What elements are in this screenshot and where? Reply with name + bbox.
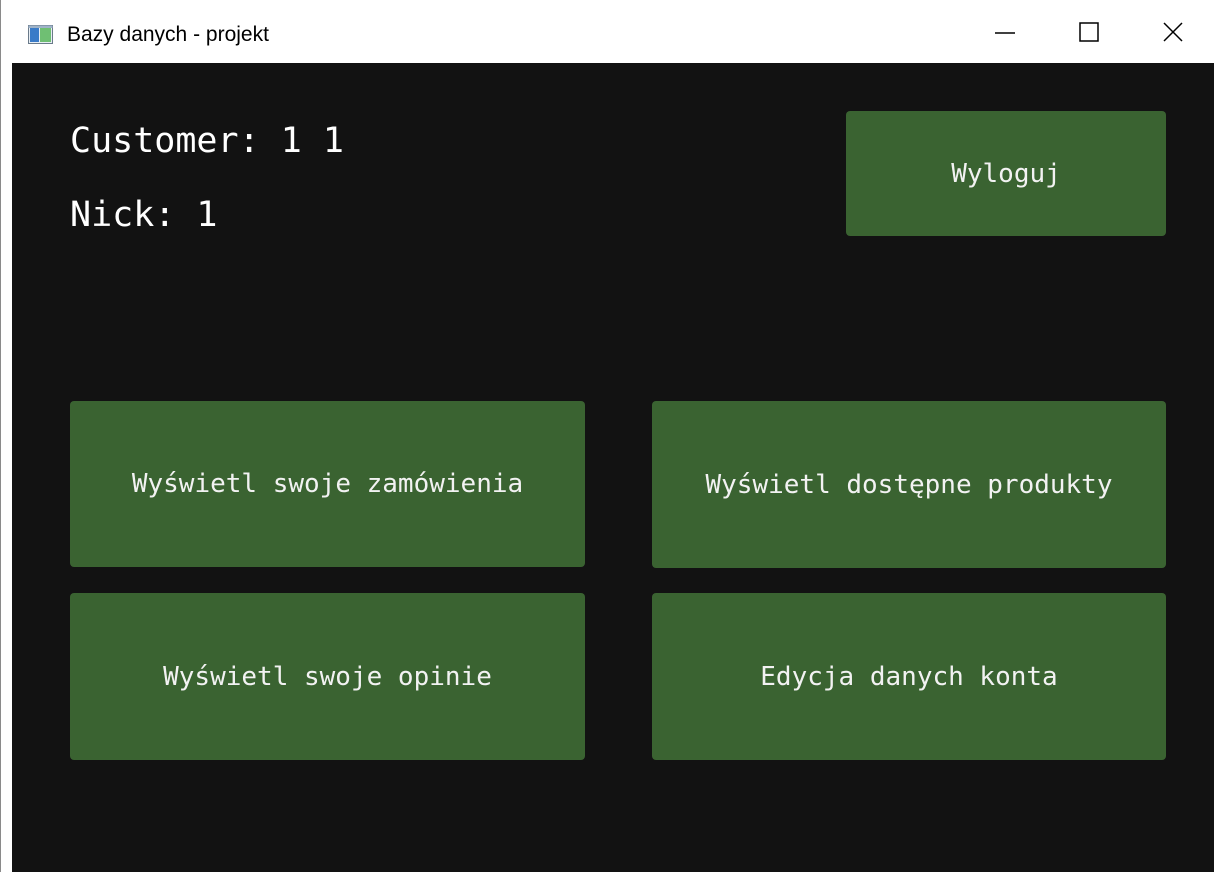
view-products-button[interactable]: Wyświetl dostępne produkty (652, 401, 1166, 568)
logout-button[interactable]: Wyloguj (846, 111, 1166, 236)
nick-label: Nick: 1 (70, 195, 218, 235)
title-bar[interactable]: Bazy danych - projekt (1, 0, 1214, 63)
close-button[interactable] (1132, 0, 1214, 63)
application-icon (28, 25, 53, 44)
edit-account-button[interactable]: Edycja danych konta (652, 593, 1166, 760)
maximize-button[interactable] (1048, 0, 1130, 63)
maximize-icon (1079, 21, 1099, 42)
window-title: Bazy danych - projekt (67, 23, 269, 46)
view-orders-button[interactable]: Wyświetl swoje zamówienia (70, 401, 585, 567)
view-reviews-button[interactable]: Wyświetl swoje opinie (70, 593, 585, 760)
minimize-icon (995, 31, 1015, 34)
app-window: Bazy danych - projekt Customer: 1 1 Nick… (0, 0, 1214, 872)
main-panel: Customer: 1 1 Nick: 1 Wyloguj Wyświetl s… (12, 63, 1214, 872)
close-icon (1163, 21, 1183, 42)
customer-label: Customer: 1 1 (70, 121, 344, 161)
minimize-button[interactable] (964, 0, 1046, 63)
